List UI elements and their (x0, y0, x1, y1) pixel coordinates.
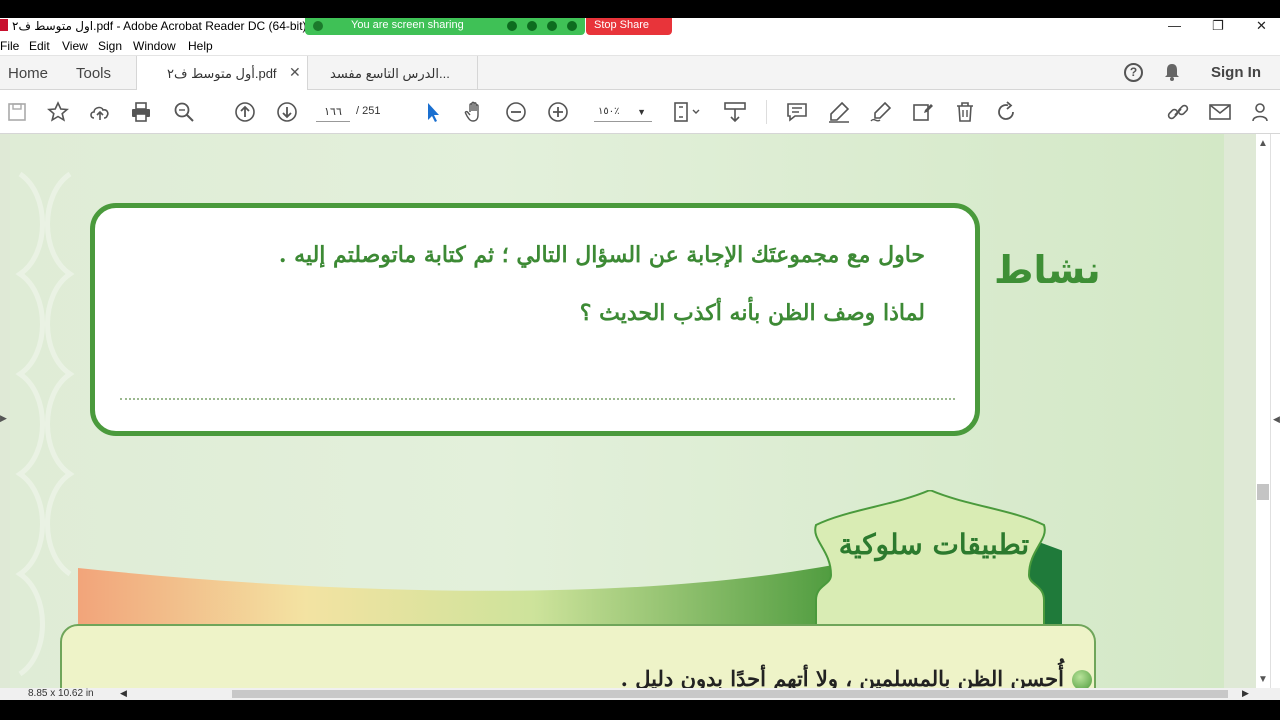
print-icon[interactable] (129, 100, 153, 124)
tab-tools[interactable]: Tools (76, 65, 111, 82)
menu-view[interactable]: View (62, 39, 88, 53)
application-item: أُحسن الظن بالمسلمين ، ولا أتهم أحدًا بد… (620, 666, 1064, 688)
page-size-readout: 8.85 x 10.62 in (28, 688, 94, 699)
restore-button[interactable]: ❐ (1212, 18, 1224, 34)
bullet-icon (1072, 670, 1092, 688)
document-viewport[interactable]: حاول مع مجموعتَك الإجابة عن السؤال التال… (0, 134, 1256, 688)
expand-panel-icon[interactable]: ◀ (1273, 414, 1280, 425)
speaker-icon[interactable] (507, 21, 517, 31)
pdf-app-icon (0, 19, 8, 31)
window-title: اول متوسط ف٢.pdf - Adobe Acrobat Reader … (12, 19, 307, 33)
cloud-upload-icon[interactable] (88, 100, 112, 124)
zoom-in-icon[interactable] (546, 100, 570, 124)
scroll-thumb[interactable] (1257, 484, 1269, 500)
answer-line (120, 398, 955, 400)
bell-icon[interactable] (1164, 63, 1180, 81)
screen-sharing-banner[interactable]: You are screen sharing (305, 18, 585, 35)
zoom-level-value: ١٥٠٪ (598, 106, 620, 117)
page-total: / 251 (356, 105, 381, 117)
tab-home[interactable]: Home (8, 65, 48, 82)
top-black-bar (0, 0, 1280, 18)
trash-icon[interactable] (953, 100, 977, 124)
minimize-button[interactable]: — (1168, 18, 1181, 33)
activity-heading: نشاط (994, 248, 1101, 292)
zoom-out-icon[interactable] (504, 100, 528, 124)
activity-question: لماذا وصف الظن بأنه أكذب الحديث ؟ (579, 300, 925, 326)
scroll-down-icon[interactable]: ▼ (1258, 674, 1268, 685)
applications-box: أُحسن الظن بالمسلمين ، ولا أتهم أحدًا بد… (60, 624, 1096, 688)
window-titlebar: اول متوسط ف٢.pdf - Adobe Acrobat Reader … (0, 18, 1280, 35)
help-icon[interactable]: ? (1124, 63, 1143, 82)
sharing-label: You are screen sharing (351, 19, 464, 31)
document-tab[interactable]: الدرس التاسع مفسد... (308, 56, 478, 90)
right-panel-toggle[interactable]: ◀ (1270, 134, 1280, 700)
status-bar: 8.85 x 10.62 in ◀ ▶ (0, 688, 1280, 700)
zoom-level-select[interactable]: ١٥٠٪ ▼ (594, 102, 652, 122)
menu-edit[interactable]: Edit (29, 39, 50, 53)
menu-window[interactable]: Window (133, 39, 176, 53)
search-icon[interactable] (172, 100, 196, 124)
stop-share-label: Stop Share (594, 19, 650, 31)
ornament-pattern (15, 171, 75, 677)
activity-box: حاول مع مجموعتَك الإجابة عن السؤال التال… (90, 203, 980, 436)
lightning-icon (313, 21, 323, 31)
close-tab-icon[interactable]: ✕ (289, 64, 301, 81)
activity-instruction: حاول مع مجموعتَك الإجابة عن السؤال التال… (278, 242, 925, 268)
collapse-left-panel-icon[interactable]: ▶ (0, 413, 7, 424)
menu-help[interactable]: Help (188, 39, 213, 53)
stop-share-button[interactable]: Stop Share (586, 18, 672, 35)
sign-in-button[interactable]: Sign In (1211, 64, 1261, 81)
pdf-page: حاول مع مجموعتَك الإجابة عن السؤال التال… (10, 134, 1224, 688)
highlight-pen-icon[interactable] (827, 100, 851, 124)
select-pointer-icon[interactable] (421, 100, 445, 124)
menu-bar: File Edit View Sign Window Help (0, 35, 1280, 55)
toolbar: ١٦٦ / 251 ١٥٠٪ ▼ (0, 90, 1280, 134)
rotate-icon[interactable] (994, 100, 1018, 124)
record-icon[interactable] (547, 21, 557, 31)
close-window-button[interactable]: ✕ (1256, 18, 1267, 34)
sign-pen-icon[interactable] (869, 100, 893, 124)
document-tab-active[interactable]: أول متوسط ف٢.pdf ✕ (136, 56, 308, 91)
next-page-icon[interactable] (275, 100, 299, 124)
previous-page-icon[interactable] (233, 100, 257, 124)
section-title: تطبيقات سلوكية (838, 528, 1030, 561)
scroll-up-icon[interactable]: ▲ (1258, 138, 1268, 149)
add-user-icon[interactable] (1250, 100, 1274, 124)
scroll-left-icon[interactable]: ◀ (120, 688, 127, 699)
scroll-right-icon[interactable]: ▶ (1242, 688, 1249, 699)
document-tab-label: أول متوسط ف٢.pdf (167, 66, 277, 81)
menu-sign[interactable]: Sign (98, 39, 122, 53)
chevron-down-icon: ▼ (637, 107, 646, 117)
bottom-black-bar (0, 700, 1280, 720)
star-icon[interactable] (46, 100, 70, 124)
fill-sign-icon[interactable] (911, 100, 935, 124)
email-icon[interactable] (1208, 100, 1232, 124)
menu-file[interactable]: File (0, 39, 19, 53)
toolbar-divider (766, 100, 767, 124)
document-tab-label: الدرس التاسع مفسد... (330, 66, 450, 81)
save-icon[interactable] (5, 100, 29, 124)
comment-icon[interactable] (785, 100, 809, 124)
shield-icon[interactable] (567, 21, 577, 31)
tab-bar: Home Tools أول متوسط ف٢.pdf ✕ الدرس التا… (0, 55, 1280, 91)
page-number-input[interactable]: ١٦٦ (316, 102, 350, 122)
hand-tool-icon[interactable] (462, 100, 486, 124)
scroll-mode-icon[interactable] (723, 100, 747, 124)
horizontal-scroll-thumb[interactable] (232, 690, 1228, 698)
mic-muted-icon[interactable] (527, 21, 537, 31)
page-view-icon[interactable] (671, 100, 705, 124)
vertical-scrollbar[interactable]: ▲ ▼ (1256, 134, 1270, 688)
share-link-icon[interactable] (1166, 100, 1190, 124)
